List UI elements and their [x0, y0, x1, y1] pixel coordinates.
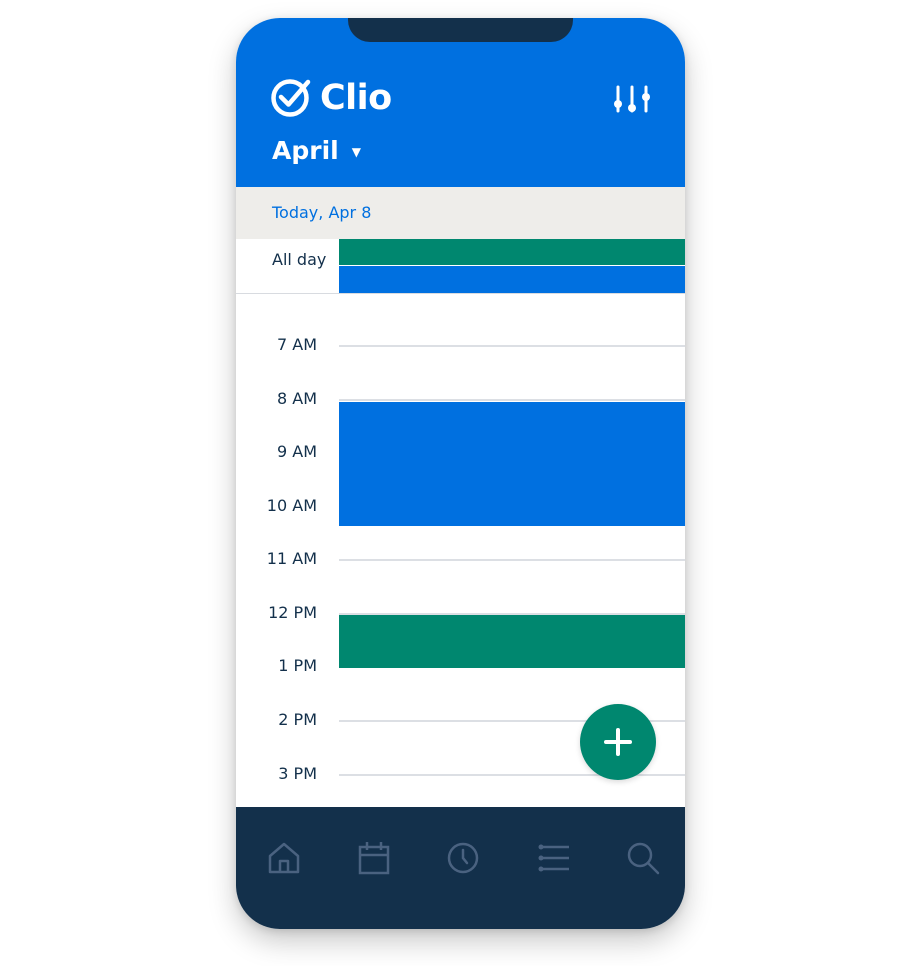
hour-label: 2 PM [278, 710, 317, 729]
search-icon[interactable] [626, 841, 660, 875]
all-day-event[interactable] [339, 239, 685, 265]
calendar-event[interactable] [339, 615, 685, 668]
hour-gridline [339, 399, 685, 401]
month-label: April [272, 136, 339, 165]
caret-down-icon: ▼ [351, 144, 361, 159]
current-date-label[interactable]: Today, Apr 8 [272, 203, 371, 222]
all-day-label: All day [272, 250, 327, 269]
hour-label: 7 AM [276, 335, 317, 354]
sliders-icon[interactable] [614, 84, 650, 114]
calendar-event[interactable] [339, 402, 685, 526]
calendar-icon[interactable] [357, 841, 391, 875]
clio-check-icon [271, 79, 311, 117]
clio-logo: Clio [270, 76, 392, 120]
hour-label: 10 AM [266, 496, 317, 515]
hour-label: 11 AM [266, 549, 317, 568]
hour-gridline [339, 345, 685, 347]
hour-row: 11 AM [236, 549, 685, 569]
bottom-nav [236, 807, 685, 929]
hour-label: 8 AM [276, 389, 317, 408]
month-picker[interactable]: April ▼ [272, 136, 361, 165]
device-notch [348, 18, 573, 42]
add-event-button[interactable] [580, 704, 656, 780]
app-header: Clio April ▼ [236, 18, 685, 187]
clock-icon[interactable] [446, 841, 480, 875]
plus-icon [604, 728, 632, 756]
hour-row: 7 AM [236, 335, 685, 355]
all-day-row: All day [236, 239, 685, 294]
hour-label: 9 AM [276, 442, 317, 461]
hour-label: 1 PM [278, 656, 317, 675]
home-icon[interactable] [267, 841, 301, 875]
hour-label: 3 PM [278, 764, 317, 783]
list-icon[interactable] [536, 841, 570, 875]
date-bar: Today, Apr 8 [236, 187, 685, 239]
hour-gridline [339, 559, 685, 561]
phone-frame: Clio April ▼ Today, Apr 8 All day 7 AM 8… [236, 18, 685, 929]
hour-label: 12 PM [268, 603, 317, 622]
brand-name: Clio [320, 78, 392, 118]
all-day-event[interactable] [339, 266, 685, 293]
